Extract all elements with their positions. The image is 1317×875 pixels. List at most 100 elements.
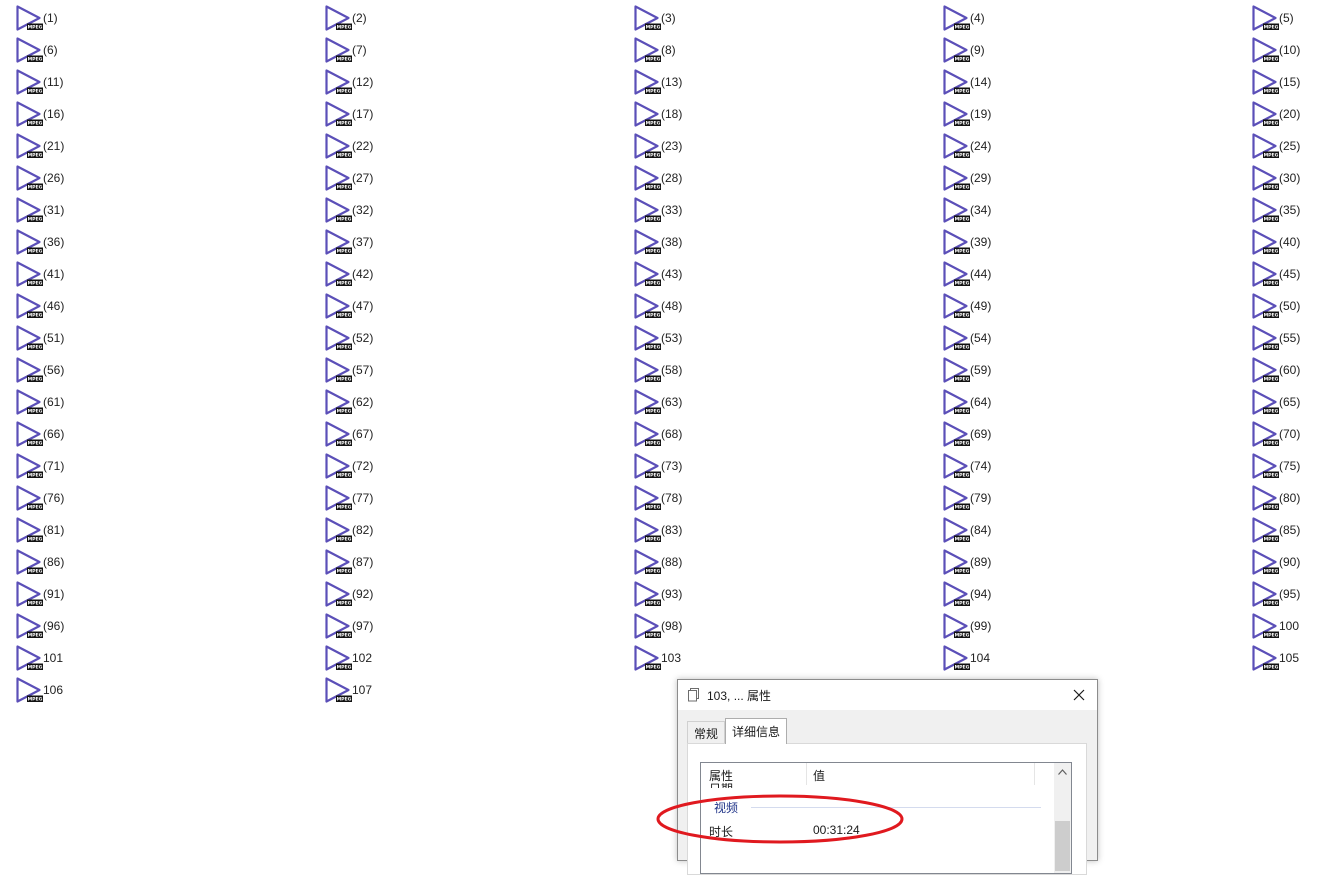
file-item[interactable]: MPEG (24) [942,132,1192,160]
file-item[interactable]: MPEG (35) [1251,196,1317,224]
file-item[interactable]: MPEG (61) [15,388,265,416]
file-item[interactable]: MPEG (60) [1251,356,1317,384]
file-item[interactable]: MPEG (52) [324,324,574,352]
file-item[interactable]: MPEG (63) [633,388,883,416]
file-item[interactable]: MPEG (21) [15,132,265,160]
file-item[interactable]: MPEG (99) [942,612,1192,640]
file-item[interactable]: MPEG (73) [633,452,883,480]
close-button[interactable] [1065,682,1093,708]
file-item[interactable]: MPEG (22) [324,132,574,160]
file-item[interactable]: MPEG (82) [324,516,574,544]
file-item[interactable]: MPEG (85) [1251,516,1317,544]
file-item[interactable]: MPEG (31) [15,196,265,224]
file-item[interactable]: MPEG (64) [942,388,1192,416]
file-item[interactable]: MPEG (54) [942,324,1192,352]
file-item[interactable]: MPEG (55) [1251,324,1317,352]
file-item[interactable]: MPEG 105 [1251,644,1317,672]
column-divider[interactable] [806,763,807,785]
file-item[interactable]: MPEG (97) [324,612,574,640]
file-item[interactable]: MPEG (11) [15,68,265,96]
file-item[interactable]: MPEG (4) [942,4,1192,32]
file-item[interactable]: MPEG (2) [324,4,574,32]
file-item[interactable]: MPEG (51) [15,324,265,352]
file-item[interactable]: MPEG (28) [633,164,883,192]
file-item[interactable]: MPEG (23) [633,132,883,160]
file-item[interactable]: MPEG (93) [633,580,883,608]
file-item[interactable]: MPEG (42) [324,260,574,288]
scroll-up-button[interactable] [1054,763,1071,780]
file-item[interactable]: MPEG (34) [942,196,1192,224]
file-item[interactable]: MPEG 102 [324,644,574,672]
file-item[interactable]: MPEG (59) [942,356,1192,384]
file-item[interactable]: MPEG (7) [324,36,574,64]
dialog-titlebar[interactable]: 103, ... 属性 [678,680,1097,710]
file-item[interactable]: MPEG (91) [15,580,265,608]
file-item[interactable]: MPEG (58) [633,356,883,384]
file-item[interactable]: MPEG (70) [1251,420,1317,448]
vertical-scrollbar[interactable] [1054,763,1071,873]
file-item[interactable]: MPEG 106 [15,676,265,704]
file-item[interactable]: MPEG (18) [633,100,883,128]
file-item[interactable]: MPEG (50) [1251,292,1317,320]
file-item[interactable]: MPEG (72) [324,452,574,480]
file-item[interactable]: MPEG (19) [942,100,1192,128]
file-item[interactable]: MPEG (62) [324,388,574,416]
file-item[interactable]: MPEG (83) [633,516,883,544]
file-item[interactable]: MPEG (80) [1251,484,1317,512]
file-item[interactable]: MPEG (14) [942,68,1192,96]
file-item[interactable]: MPEG (6) [15,36,265,64]
column-divider[interactable] [1034,763,1035,785]
file-item[interactable]: MPEG (9) [942,36,1192,64]
scrollbar-thumb[interactable] [1055,821,1070,871]
file-item[interactable]: MPEG (76) [15,484,265,512]
file-item[interactable]: MPEG (98) [633,612,883,640]
file-item[interactable]: MPEG (8) [633,36,883,64]
file-item[interactable]: MPEG (43) [633,260,883,288]
file-item[interactable]: MPEG (88) [633,548,883,576]
file-item[interactable]: MPEG (65) [1251,388,1317,416]
tab-details[interactable]: 详细信息 [725,718,788,744]
file-item[interactable]: MPEG (89) [942,548,1192,576]
file-item[interactable]: MPEG (66) [15,420,265,448]
file-item[interactable]: MPEG (39) [942,228,1192,256]
file-item[interactable]: MPEG (90) [1251,548,1317,576]
file-item[interactable]: MPEG (87) [324,548,574,576]
file-item[interactable]: MPEG (26) [15,164,265,192]
file-item[interactable]: MPEG (78) [633,484,883,512]
file-item[interactable]: MPEG (38) [633,228,883,256]
file-item[interactable]: MPEG (30) [1251,164,1317,192]
file-item[interactable]: MPEG (86) [15,548,265,576]
file-item[interactable]: MPEG (32) [324,196,574,224]
file-item[interactable]: MPEG (56) [15,356,265,384]
file-item[interactable]: MPEG (17) [324,100,574,128]
file-item[interactable]: MPEG (53) [633,324,883,352]
file-item[interactable]: MPEG (45) [1251,260,1317,288]
file-item[interactable]: MPEG (69) [942,420,1192,448]
file-item[interactable]: MPEG (41) [15,260,265,288]
file-item[interactable]: MPEG (94) [942,580,1192,608]
file-item[interactable]: MPEG (84) [942,516,1192,544]
file-item[interactable]: MPEG (95) [1251,580,1317,608]
file-item[interactable]: MPEG (40) [1251,228,1317,256]
file-item[interactable]: MPEG (48) [633,292,883,320]
file-item[interactable]: MPEG 101 [15,644,265,672]
file-item[interactable]: MPEG (37) [324,228,574,256]
file-item[interactable]: MPEG (92) [324,580,574,608]
file-item[interactable]: MPEG (44) [942,260,1192,288]
file-item[interactable]: MPEG (81) [15,516,265,544]
file-item[interactable]: MPEG 107 [324,676,574,704]
file-item[interactable]: MPEG (15) [1251,68,1317,96]
file-item[interactable]: MPEG 100 [1251,612,1317,640]
file-item[interactable]: MPEG (71) [15,452,265,480]
file-item[interactable]: MPEG (67) [324,420,574,448]
file-item[interactable]: MPEG (74) [942,452,1192,480]
file-item[interactable]: MPEG (16) [15,100,265,128]
file-item[interactable]: MPEG (47) [324,292,574,320]
file-item[interactable]: MPEG (68) [633,420,883,448]
file-item[interactable]: MPEG 104 [942,644,1192,672]
file-item[interactable]: MPEG (96) [15,612,265,640]
file-item[interactable]: MPEG (13) [633,68,883,96]
file-item[interactable]: MPEG (25) [1251,132,1317,160]
file-item[interactable]: MPEG (1) [15,4,265,32]
file-item[interactable]: MPEG (10) [1251,36,1317,64]
